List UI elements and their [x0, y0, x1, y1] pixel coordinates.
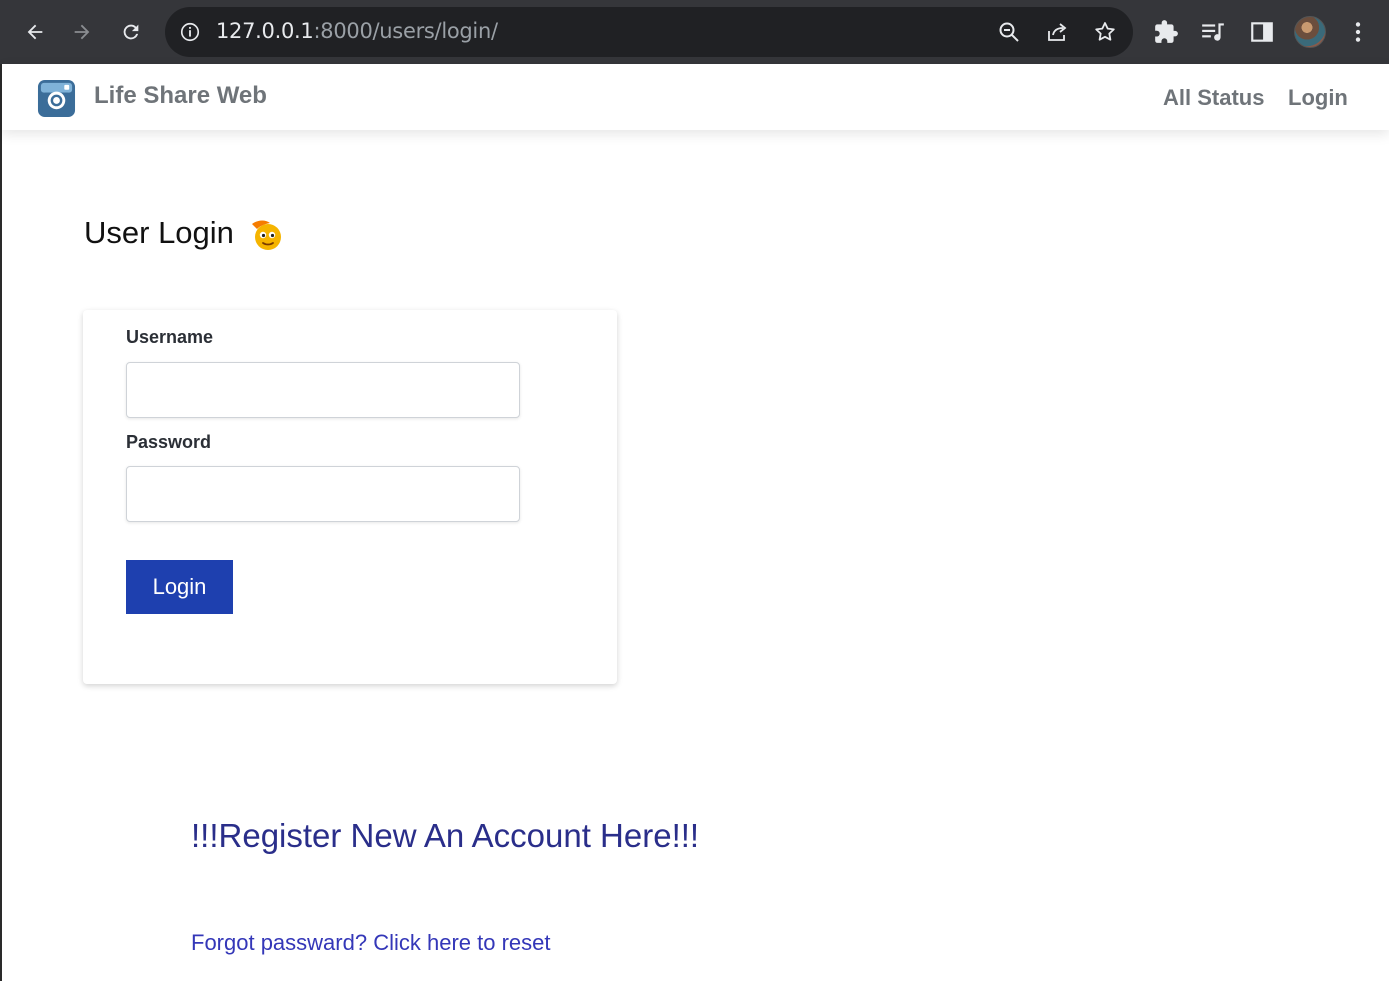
page-title: User Login [84, 215, 234, 250]
menu-icon[interactable] [1345, 19, 1371, 45]
site-info-icon[interactable] [179, 21, 201, 43]
username-label: Username [126, 327, 214, 347]
bookmark-star-icon[interactable] [1093, 20, 1117, 44]
smiley-emoji-icon [252, 220, 281, 250]
password-input[interactable] [126, 466, 520, 522]
address-bar[interactable]: 127.0.0.1:8000/users/login/ [165, 7, 1133, 57]
extensions-icon[interactable] [1153, 19, 1179, 45]
media-icon[interactable] [1200, 19, 1226, 45]
profile-avatar[interactable] [1294, 16, 1326, 48]
register-account-link[interactable]: !!!Register New An Account Here!!! [191, 817, 699, 855]
nav-link-all-status[interactable]: All Status [1163, 85, 1264, 111]
password-label: Password [126, 432, 212, 452]
side-panel-icon[interactable] [1249, 19, 1275, 45]
login-submit-button[interactable]: Login [126, 560, 233, 614]
url-path: :8000/users/login/ [313, 19, 499, 43]
url-host: 127.0.0.1 [216, 19, 314, 43]
app-navbar: Life Share Web All Status Login [2, 64, 1389, 130]
zoom-icon[interactable] [997, 20, 1021, 44]
nav-link-login[interactable]: Login [1288, 85, 1348, 111]
back-icon[interactable] [17, 14, 53, 50]
username-input[interactable] [126, 362, 520, 418]
share-icon[interactable] [1045, 20, 1069, 44]
login-form-card: Username Password Login [83, 310, 617, 684]
forward-icon[interactable] [64, 14, 100, 50]
camera-logo-icon[interactable] [37, 79, 76, 118]
window-edge [0, 64, 2, 981]
reload-icon[interactable] [113, 14, 149, 50]
browser-toolbar: 127.0.0.1:8000/users/login/ [0, 0, 1389, 64]
forgot-password-link[interactable]: Forgot passward? Click here to reset [191, 930, 551, 956]
url-text[interactable]: 127.0.0.1:8000/users/login/ [216, 19, 498, 43]
brand-name[interactable]: Life Share Web [94, 82, 267, 110]
